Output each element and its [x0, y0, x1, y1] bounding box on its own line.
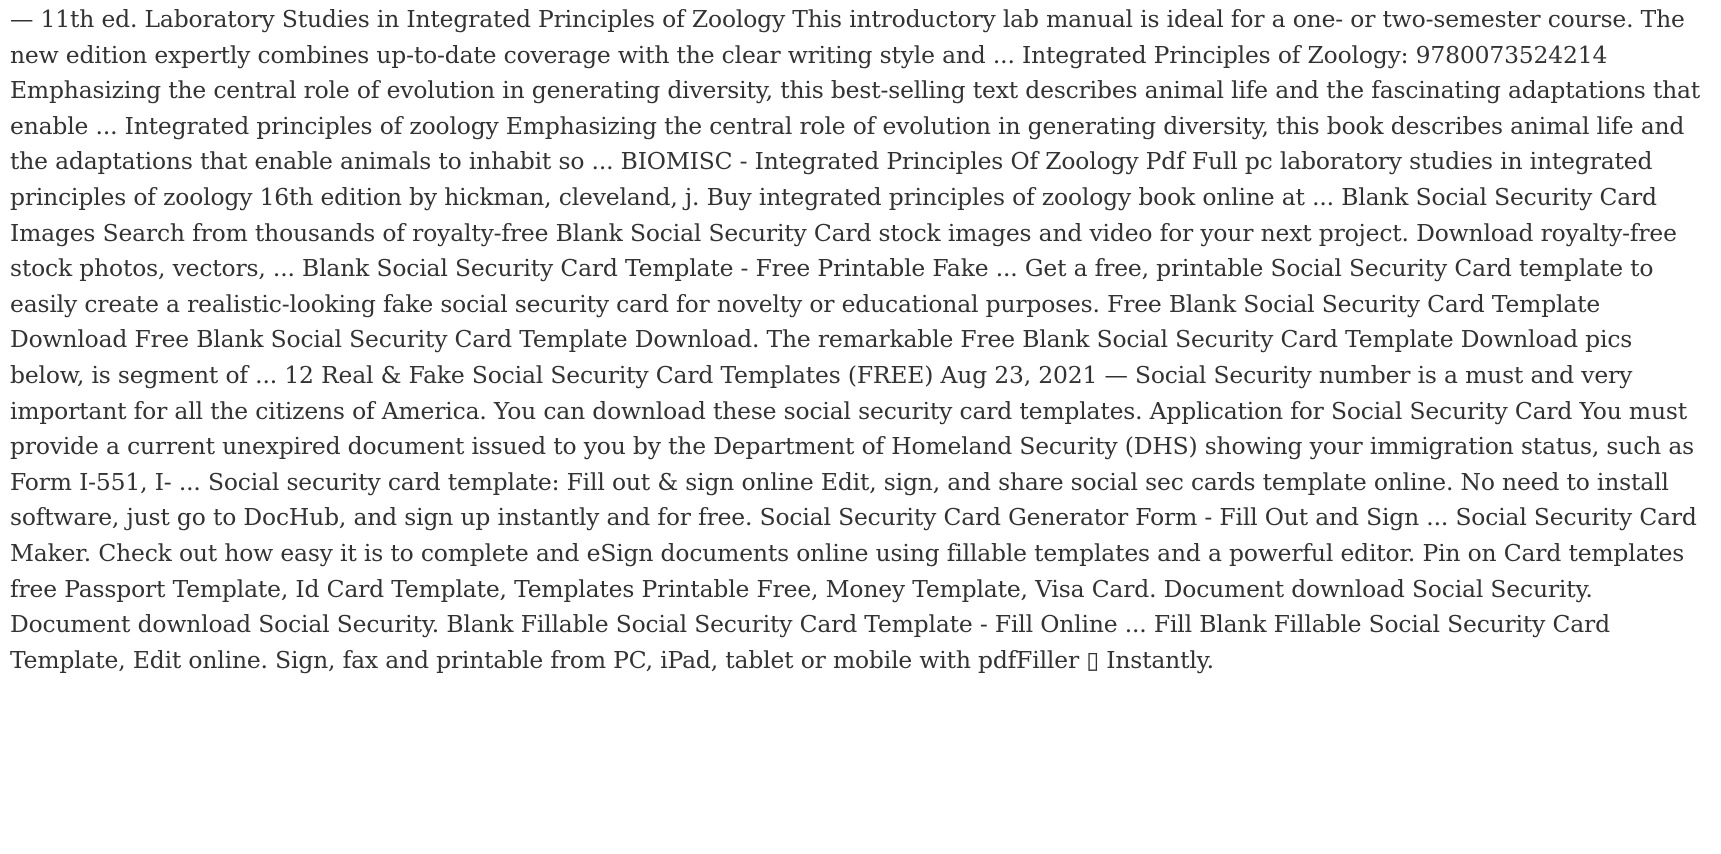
document-page: — 11th ed. Laboratory Studies in Integra… — [0, 0, 1721, 854]
body-text: — 11th ed. Laboratory Studies in Integra… — [10, 5, 1701, 674]
